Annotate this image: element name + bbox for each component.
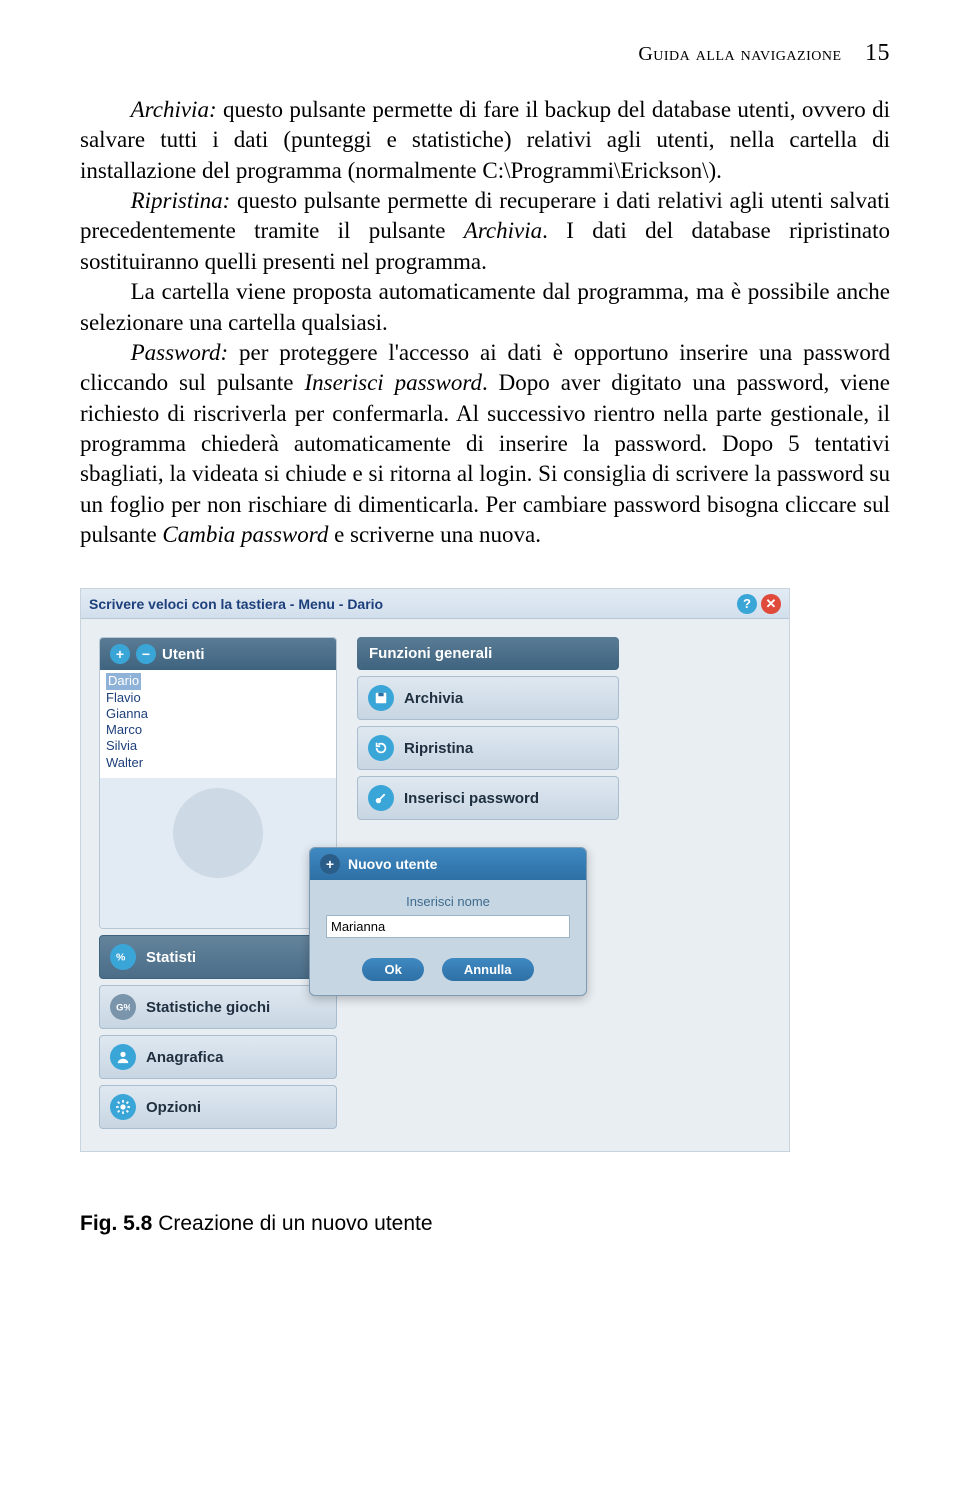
window-title: Scrivere veloci con la tastiera - Menu -… xyxy=(89,596,737,612)
list-item[interactable]: Marco xyxy=(106,722,330,738)
sidebar-item-label: Anagrafica xyxy=(146,1049,224,1066)
users-panel: + − Utenti Dario Flavio Gianna Marco Sil… xyxy=(99,637,337,929)
page-header: Guida alla navigazione 15 xyxy=(80,40,890,67)
list-item[interactable]: Flavio xyxy=(106,690,330,706)
para-password: Password: per proteggere l'accesso ai da… xyxy=(80,338,890,551)
term-ripristina: Ripristina: xyxy=(131,188,231,213)
cancel-button[interactable]: Annulla xyxy=(442,958,534,981)
fn-inserisci-password[interactable]: Inserisci password xyxy=(357,776,619,820)
sidebar-item-stat-giochi[interactable]: G% Statistiche giochi xyxy=(99,985,337,1029)
term-password: Password: xyxy=(131,340,229,365)
section-funzioni-generali: Funzioni generali xyxy=(357,637,619,670)
save-icon xyxy=(368,685,394,711)
body-text: Archivia: questo pulsante permette di fa… xyxy=(80,95,890,550)
list-item[interactable]: Gianna xyxy=(106,706,330,722)
fn-label: Inserisci password xyxy=(404,790,539,807)
user-list[interactable]: Dario Flavio Gianna Marco Silvia Walter xyxy=(100,670,336,778)
term-archivia: Archivia: xyxy=(131,97,217,122)
para-cartella: La cartella viene proposta automaticamen… xyxy=(80,277,890,338)
titlebar: Scrivere veloci con la tastiera - Menu -… xyxy=(81,589,789,619)
svg-text:G%: G% xyxy=(116,1003,130,1014)
fn-label: Ripristina xyxy=(404,740,473,757)
para-ripristina: Ripristina: questo pulsante permette di … xyxy=(80,186,890,277)
close-icon[interactable]: ✕ xyxy=(761,594,781,614)
list-item[interactable]: Dario xyxy=(106,673,141,689)
gear-icon xyxy=(110,1094,136,1120)
sidebar-item-label: Statisti xyxy=(146,949,196,966)
restore-icon xyxy=(368,735,394,761)
fn-archivia[interactable]: Archivia xyxy=(357,676,619,720)
users-panel-header: + − Utenti xyxy=(100,638,336,670)
sidebar-item-opzioni[interactable]: Opzioni xyxy=(99,1085,337,1129)
section-title: Guida alla navigazione xyxy=(638,43,841,65)
avatar-placeholder xyxy=(100,778,336,928)
sidebar-item-statistiche[interactable]: % Statisti xyxy=(99,935,337,979)
percent-icon: % xyxy=(110,944,136,970)
new-user-dialog: + Nuovo utente Inserisci nome Ok Annulla xyxy=(309,847,587,996)
para-archivia: Archivia: questo pulsante permette di fa… xyxy=(80,95,890,186)
dialog-icon: + xyxy=(320,854,340,874)
sidebar-item-label: Statistiche giochi xyxy=(146,999,270,1016)
profile-icon xyxy=(110,1044,136,1070)
figure-number: Fig. 5.8 xyxy=(80,1212,152,1235)
help-icon[interactable]: ? xyxy=(737,594,757,614)
fn-ripristina[interactable]: Ripristina xyxy=(357,726,619,770)
dialog-titlebar: + Nuovo utente xyxy=(310,848,586,880)
key-icon xyxy=(368,785,394,811)
figure-caption: Fig. 5.8 Creazione di un nuovo utente xyxy=(80,1212,890,1236)
svg-text:%: % xyxy=(116,952,126,964)
list-item[interactable]: Silvia xyxy=(106,738,330,754)
users-panel-title: Utenti xyxy=(162,646,205,663)
add-user-icon[interactable]: + xyxy=(110,644,130,664)
dialog-label: Inserisci nome xyxy=(326,894,570,909)
ok-button[interactable]: Ok xyxy=(362,958,423,981)
list-item[interactable]: Walter xyxy=(106,755,330,771)
app-window: Scrivere veloci con la tastiera - Menu -… xyxy=(80,588,790,1152)
sidebar-item-label: Opzioni xyxy=(146,1099,201,1116)
app-screenshot: Scrivere veloci con la tastiera - Menu -… xyxy=(80,588,890,1152)
page-number: 15 xyxy=(847,40,890,66)
name-input[interactable] xyxy=(326,915,570,938)
sidebar-item-anagrafica[interactable]: Anagrafica xyxy=(99,1035,337,1079)
game-stats-icon: G% xyxy=(110,994,136,1020)
dialog-title: Nuovo utente xyxy=(348,856,437,872)
fn-label: Archivia xyxy=(404,690,463,707)
left-column: + − Utenti Dario Flavio Gianna Marco Sil… xyxy=(99,637,337,1129)
remove-user-icon[interactable]: − xyxy=(136,644,156,664)
